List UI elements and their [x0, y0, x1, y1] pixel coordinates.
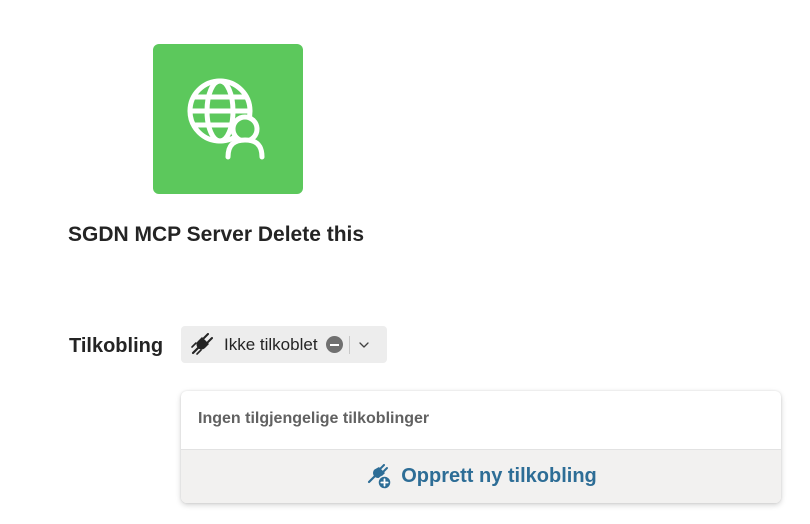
connection-dropdown: Ingen tilgjengelige tilkoblinger Opprett… [181, 391, 781, 503]
select-divider [348, 335, 350, 354]
create-connection-label: Opprett ny tilkobling [401, 465, 597, 487]
plug-disconnected-icon [188, 332, 214, 358]
globe-person-icon [187, 78, 265, 160]
no-connections-message: Ingen tilgjengelige tilkoblinger [198, 410, 430, 427]
connection-label: Tilkobling [69, 335, 164, 357]
plug-add-icon [365, 463, 393, 491]
minus-circle-icon [325, 336, 343, 353]
connection-select[interactable]: Ikke tilkoblet [181, 326, 387, 363]
app-icon [153, 44, 303, 194]
chevron-down-icon[interactable] [357, 338, 371, 352]
page: SGDN MCP Server Delete this Tilkobling I… [0, 0, 810, 524]
connection-status: Ikke tilkoblet [224, 334, 318, 354]
app-title: SGDN MCP Server Delete this [68, 223, 365, 246]
create-connection-button[interactable]: Opprett ny tilkobling [181, 449, 781, 503]
